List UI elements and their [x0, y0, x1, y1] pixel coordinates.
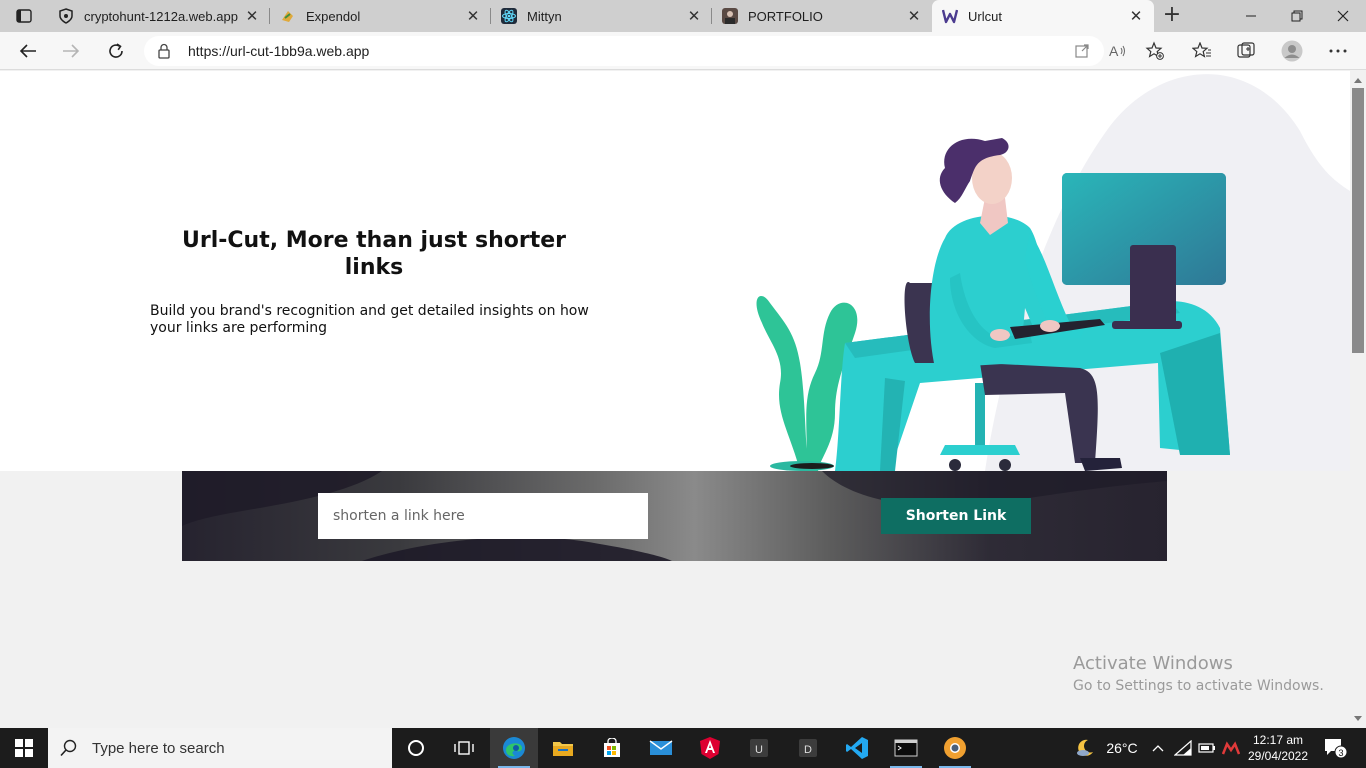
windows-taskbar: Type here to search U D 26°C 12:17 am 29…: [0, 728, 1366, 768]
react-icon: [501, 8, 517, 24]
store-icon[interactable]: [588, 728, 636, 768]
close-tab-icon[interactable]: ✕: [244, 8, 260, 25]
search-icon: [60, 739, 77, 757]
forward-button[interactable]: [56, 37, 86, 65]
minimize-button[interactable]: [1228, 0, 1274, 32]
tab-actions-button[interactable]: [8, 4, 40, 28]
back-button[interactable]: [13, 37, 43, 65]
edge-icon[interactable]: [490, 728, 538, 768]
hero-subtitle: Build you brand's recognition and get de…: [150, 303, 589, 336]
d-app-icon[interactable]: D: [784, 728, 832, 768]
mcafee-icon[interactable]: [1220, 728, 1242, 768]
read-aloud-icon[interactable]: A: [1106, 40, 1130, 62]
refresh-button[interactable]: [101, 37, 131, 65]
close-window-button[interactable]: [1320, 0, 1366, 32]
chrome-canary-icon[interactable]: [931, 728, 979, 768]
new-tab-button[interactable]: +: [1160, 4, 1184, 28]
forward-arrow-icon: [63, 44, 80, 58]
tab-title: PORTFOLIO: [748, 8, 823, 24]
file-explorer-icon[interactable]: [539, 728, 587, 768]
tray-chevron-up-icon[interactable]: [1148, 728, 1168, 768]
scroll-thumb[interactable]: [1352, 88, 1364, 353]
scroll-up-arrow-icon[interactable]: [1350, 73, 1366, 87]
close-tab-icon[interactable]: ✕: [465, 8, 481, 25]
address-bar[interactable]: https://url-cut-1bb9a.web.app: [144, 36, 1104, 66]
add-favorite-icon[interactable]: [1143, 40, 1167, 62]
taskbar-search[interactable]: Type here to search: [48, 728, 392, 768]
settings-more-icon[interactable]: [1326, 40, 1350, 62]
task-view-icon[interactable]: [440, 728, 488, 768]
weather-icon[interactable]: [1070, 728, 1100, 768]
svg-text:U: U: [755, 744, 763, 756]
notification-count: 3: [1339, 748, 1344, 758]
start-button[interactable]: [0, 728, 48, 768]
money-icon: [280, 8, 296, 24]
scroll-down-arrow-icon[interactable]: [1350, 712, 1366, 726]
tab-strip: cryptohunt-1212a.web.app ✕ Expendol ✕ Mi…: [0, 0, 1366, 32]
refresh-icon: [109, 43, 123, 58]
angular-icon[interactable]: [686, 728, 734, 768]
tab-expendol[interactable]: Expendol ✕: [270, 0, 491, 32]
mail-icon[interactable]: [637, 728, 685, 768]
cortana-icon[interactable]: [392, 728, 440, 768]
tab-urlcut[interactable]: Urlcut ✕: [932, 0, 1154, 32]
portrait-icon: [722, 8, 738, 24]
notification-center-icon[interactable]: 3: [1318, 728, 1352, 768]
close-icon: [1337, 10, 1349, 22]
activate-windows-watermark: Activate Windows Go to Settings to activ…: [1073, 652, 1324, 696]
url-text[interactable]: https://url-cut-1bb9a.web.app: [188, 43, 369, 59]
network-icon[interactable]: [1172, 728, 1194, 768]
back-arrow-icon: [19, 44, 36, 58]
profile-avatar[interactable]: [1280, 40, 1304, 62]
svg-text:D: D: [804, 744, 812, 756]
w-logo-icon: [941, 8, 959, 24]
close-tab-icon[interactable]: ✕: [686, 8, 702, 25]
shorten-link-button[interactable]: Shorten Link: [881, 498, 1031, 534]
vscode-icon[interactable]: [833, 728, 881, 768]
weather-temperature[interactable]: 26°C: [1100, 728, 1144, 768]
tab-portfolio[interactable]: PORTFOLIO ✕: [712, 0, 932, 32]
person-at-desk-illustration: [756, 138, 1230, 471]
lock-icon[interactable]: [158, 43, 170, 63]
close-tab-icon[interactable]: ✕: [906, 8, 922, 25]
open-in-app-icon[interactable]: [1072, 42, 1092, 60]
u-app-icon[interactable]: U: [735, 728, 783, 768]
tab-title: cryptohunt-1212a.web.app: [84, 8, 238, 24]
shield-icon: [58, 8, 74, 24]
collections-icon[interactable]: [1234, 40, 1258, 62]
tab-actions-icon: [16, 9, 32, 23]
shorten-bar: Shorten Link: [182, 471, 1167, 561]
hero-section: Url-Cut, More than just shorter links Bu…: [0, 71, 1350, 471]
browser-toolbar: https://url-cut-1bb9a.web.app A: [0, 32, 1366, 70]
vertical-scrollbar[interactable]: [1350, 71, 1366, 728]
favorites-icon[interactable]: [1190, 40, 1214, 62]
battery-icon[interactable]: [1196, 728, 1218, 768]
link-input[interactable]: [318, 493, 648, 539]
system-clock[interactable]: 12:17 am 29/04/2022: [1240, 732, 1316, 764]
windows-logo-icon: [15, 739, 33, 757]
hero-title: Url-Cut, More than just shorter links: [182, 228, 566, 280]
tab-mittyn[interactable]: Mittyn ✕: [491, 0, 712, 32]
search-placeholder: Type here to search: [92, 739, 225, 757]
svg-text:A: A: [1109, 43, 1119, 59]
clock-date: 29/04/2022: [1247, 749, 1309, 763]
terminal-icon[interactable]: [882, 728, 930, 768]
watermark-title: Activate Windows: [1073, 653, 1233, 674]
tab-cryptohunt[interactable]: cryptohunt-1212a.web.app ✕: [48, 0, 270, 32]
watermark-subtitle: Go to Settings to activate Windows.: [1073, 678, 1324, 694]
tab-title: Expendol: [306, 8, 361, 24]
restore-icon: [1291, 10, 1303, 22]
hero-text-block: Url-Cut, More than just shorter links Bu…: [148, 227, 600, 337]
page-viewport: Url-Cut, More than just shorter links Bu…: [0, 71, 1350, 728]
tab-title: Urlcut: [968, 8, 1002, 24]
minimize-icon: [1246, 15, 1256, 17]
close-tab-icon[interactable]: ✕: [1128, 8, 1144, 25]
tab-title: Mittyn: [527, 8, 562, 24]
clock-time: 12:17 am: [1252, 733, 1304, 747]
restore-button[interactable]: [1274, 0, 1320, 32]
